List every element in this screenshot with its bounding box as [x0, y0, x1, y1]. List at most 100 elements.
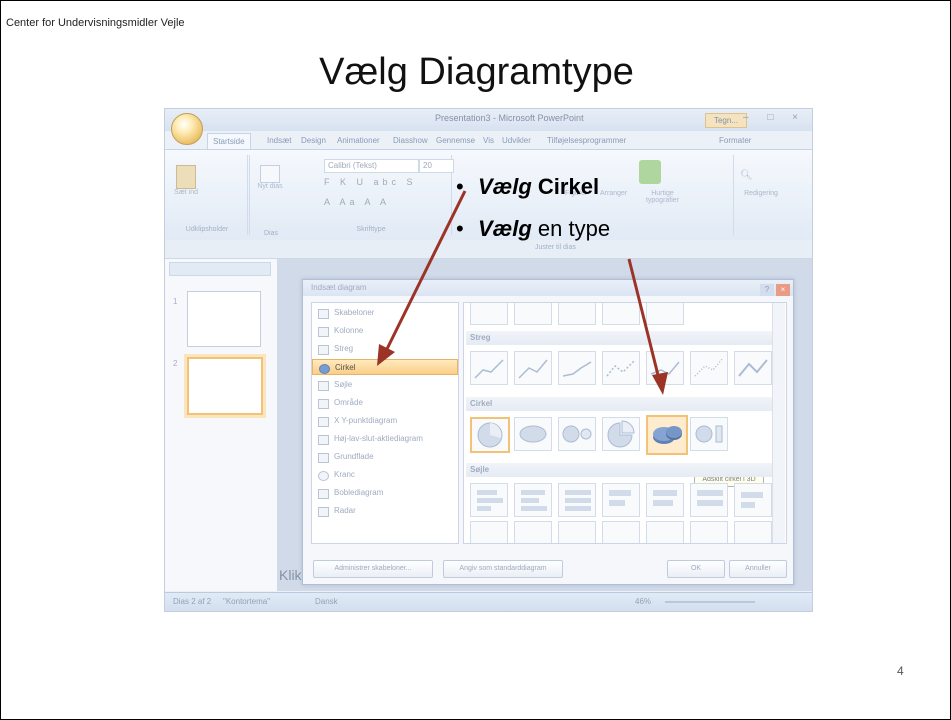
line-type-option[interactable]	[690, 351, 728, 385]
cylinder-bar-type-option[interactable]	[470, 521, 508, 543]
window-titlebar: Presentation3 - Microsoft PowerPoint Teg…	[165, 109, 812, 131]
category-stock[interactable]: Høj-lav-slut-aktiediagram	[312, 431, 458, 447]
office-button-icon[interactable]	[171, 113, 203, 145]
line-type-option[interactable]	[602, 351, 640, 385]
category-label: Grundflade	[334, 452, 374, 461]
exploded-pie-type-option[interactable]	[602, 417, 640, 451]
bullet-2: • Vælg en type	[456, 216, 610, 242]
tab-tilfoejelsesprogrammer[interactable]: Tilføjelsesprogrammer	[547, 133, 626, 149]
tab-udvikler[interactable]: Udvikler	[502, 133, 531, 149]
cylinder-bar-type-option[interactable]	[558, 521, 596, 543]
category-label: Kolonne	[334, 326, 364, 335]
chart-type-option[interactable]	[602, 303, 640, 325]
tab-animationer[interactable]: Animationer	[337, 133, 380, 149]
tegn-tab[interactable]: Tegn...	[705, 113, 747, 128]
gallery-scrollbar[interactable]	[772, 303, 785, 543]
category-label: X Y-punktdiagram	[334, 416, 398, 425]
paste-icon	[176, 165, 196, 189]
cylinder-bar-type-option[interactable]	[514, 521, 552, 543]
category-label: Streg	[334, 344, 354, 353]
zoom-slider[interactable]	[665, 601, 755, 603]
tab-gennemse[interactable]: Gennemse	[436, 133, 475, 149]
tab-formater[interactable]: Formater	[719, 133, 751, 149]
arrange-button[interactable]: Arranger	[600, 190, 627, 197]
pie-3d-type-option[interactable]	[514, 417, 552, 451]
tab-design[interactable]: Design	[301, 133, 326, 149]
category-kolonne[interactable]: Kolonne	[312, 323, 458, 339]
chart-type-option[interactable]	[558, 303, 596, 325]
bar-3d-type-option[interactable]	[734, 483, 772, 517]
category-label: Søjle	[334, 380, 353, 389]
bullet-2-emphasis: Vælg	[478, 216, 532, 241]
category-grundflade[interactable]: Grundflade	[312, 449, 458, 465]
section-cirkel: Cirkel	[466, 397, 774, 411]
clipboard-group: Sæt ind Udklipsholder	[167, 155, 248, 235]
category-label: Høj-lav-slut-aktiediagram	[334, 434, 423, 443]
category-label: Cirkel	[335, 363, 356, 372]
tab-startside[interactable]: Startside	[207, 133, 251, 150]
close-button[interactable]: ×	[776, 284, 790, 296]
tab-vis[interactable]: Vis	[483, 133, 494, 149]
category-xy[interactable]: X Y-punktdiagram	[312, 413, 458, 429]
font-size-select[interactable]: 20	[419, 159, 454, 173]
quick-styles-button[interactable]: Hurtige typografier	[640, 190, 685, 204]
line-type-option[interactable]	[646, 351, 684, 385]
category-krans[interactable]: Kranс	[312, 467, 458, 483]
bar-3d-type-option[interactable]	[690, 483, 728, 517]
chart-type-option[interactable]	[470, 303, 508, 325]
surface-chart-icon	[318, 453, 329, 463]
category-label: Skabeloner	[334, 308, 375, 317]
line-type-option[interactable]	[470, 351, 508, 385]
category-streg[interactable]: Streg	[312, 341, 458, 357]
manage-templates-button[interactable]: Administrer skabeloner...	[313, 560, 433, 578]
cone-bar-type-option[interactable]	[646, 521, 684, 543]
chart-type-option[interactable]	[646, 303, 684, 325]
category-skabeloner[interactable]: Skabeloner	[312, 305, 458, 321]
line-type-option[interactable]	[558, 351, 596, 385]
line-type-option[interactable]	[514, 351, 552, 385]
ok-button[interactable]: OK	[667, 560, 725, 578]
pie-of-pie-type-option[interactable]	[558, 417, 596, 451]
format-buttons[interactable]: F K U abc S	[324, 177, 417, 187]
cone-bar-type-option[interactable]	[602, 521, 640, 543]
category-soejle[interactable]: Søjle	[312, 377, 458, 393]
bar-type-option[interactable]	[514, 483, 552, 517]
dialog-controls: ? ×	[758, 282, 790, 298]
font-color-buttons[interactable]: A Aa A A	[324, 197, 390, 207]
new-slide-button[interactable]: Nyt dias	[255, 165, 285, 190]
category-cirkel[interactable]: Cirkel	[312, 359, 458, 375]
set-default-button[interactable]: Angiv som standarddiagram	[443, 560, 563, 578]
cone-bar-type-option[interactable]	[690, 521, 728, 543]
slide-thumbnail-1[interactable]	[187, 291, 261, 347]
category-label: Kranс	[334, 470, 355, 479]
bar-3d-type-option[interactable]	[646, 483, 684, 517]
help-button[interactable]: ?	[760, 284, 774, 296]
tab-diasshow[interactable]: Diasshow	[393, 133, 428, 149]
category-radar[interactable]: Radar	[312, 503, 458, 519]
bullet-dot: •	[456, 174, 464, 199]
chart-type-option[interactable]	[514, 303, 552, 325]
slide-thumbnail-2[interactable]	[187, 357, 263, 415]
tab-indsaet[interactable]: Indsæt	[267, 133, 291, 149]
pyramid-bar-type-option[interactable]	[734, 521, 772, 543]
paste-button[interactable]: Sæt ind	[171, 165, 201, 196]
bar-3d-type-option[interactable]	[602, 483, 640, 517]
column-chart-icon	[318, 327, 329, 337]
bar-type-option[interactable]	[558, 483, 596, 517]
bar-of-pie-type-option[interactable]	[690, 417, 728, 451]
editing-button[interactable]: Redigering	[731, 190, 791, 197]
chart-category-list: Skabeloner Kolonne Streg Cirkel Søjle Om…	[311, 302, 459, 544]
cancel-button[interactable]: Annuller	[729, 560, 787, 578]
window-controls[interactable]: – □ ×	[743, 112, 806, 123]
category-omraade[interactable]: Område	[312, 395, 458, 411]
slide: Center for Undervisningsmidler Vejle Væl…	[0, 0, 951, 720]
category-boble[interactable]: Boblediagram	[312, 485, 458, 501]
pane-tabs[interactable]	[169, 262, 271, 276]
folder-icon	[318, 309, 329, 319]
pie-type-option[interactable]	[470, 417, 510, 453]
exploded-pie-3d-type-option[interactable]	[646, 415, 688, 455]
category-label: Radar	[334, 506, 356, 515]
font-name-select[interactable]: Calibri (Tekst)	[324, 159, 419, 173]
bar-type-option[interactable]	[470, 483, 508, 517]
line-type-option[interactable]	[734, 351, 772, 385]
